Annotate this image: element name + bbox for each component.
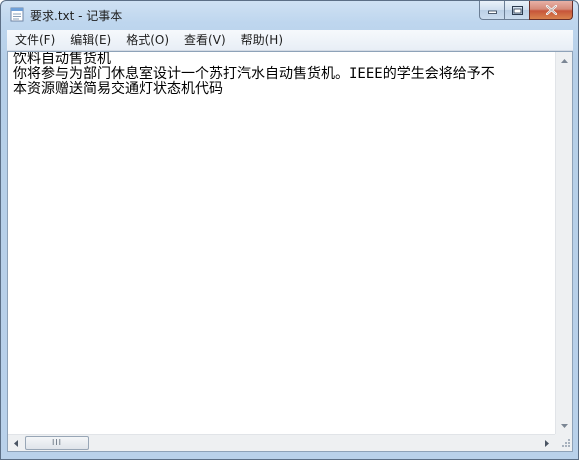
resize-grip-icon bbox=[562, 439, 570, 447]
scroll-down-button[interactable] bbox=[556, 417, 572, 434]
minimize-icon bbox=[487, 10, 497, 14]
arrow-down-icon bbox=[560, 423, 568, 428]
menu-bar: 文件(F) 编辑(E) 格式(O) 查看(V) 帮助(H) bbox=[7, 30, 573, 51]
vertical-scrollbar[interactable] bbox=[555, 52, 572, 434]
menu-file[interactable]: 文件(F) bbox=[7, 30, 62, 50]
notepad-icon bbox=[10, 7, 24, 22]
caption-buttons bbox=[479, 1, 573, 21]
menu-edit[interactable]: 编辑(E) bbox=[62, 30, 118, 50]
size-grip[interactable] bbox=[555, 434, 572, 451]
minimize-button[interactable] bbox=[479, 1, 504, 20]
scroll-grip: III bbox=[51, 438, 63, 447]
title-bar[interactable]: 要求.txt - 记事本 bbox=[1, 1, 578, 29]
arrow-left-icon bbox=[14, 440, 18, 447]
text-line: 你将参与为部门休息室设计一个苏打汽水自动售货机。IEEE的学生会将给予不 bbox=[13, 66, 495, 82]
menu-help[interactable]: 帮助(H) bbox=[233, 30, 290, 50]
notepad-window: 要求.txt - 记事本 文件(F) 编辑(E) 格式(O) 查看(V) 帮助(… bbox=[0, 0, 579, 460]
maximize-button[interactable] bbox=[504, 1, 529, 20]
scroll-up-button[interactable] bbox=[556, 52, 572, 69]
text-line: 本资源赠送简易交通灯状态机代码 bbox=[13, 81, 223, 97]
menu-format[interactable]: 格式(O) bbox=[118, 30, 176, 50]
window-title: 要求.txt - 记事本 bbox=[30, 9, 123, 23]
close-button[interactable] bbox=[529, 1, 573, 20]
menu-view[interactable]: 查看(V) bbox=[176, 30, 233, 50]
horizontal-scrollbar[interactable]: III bbox=[8, 434, 556, 451]
editor: 饮料自动售货机 你将参与为部门休息室设计一个苏打汽水自动售货机。IEEE的学生会… bbox=[7, 51, 573, 452]
arrow-right-icon bbox=[545, 440, 549, 447]
maximize-icon bbox=[511, 5, 523, 15]
scroll-left-button[interactable] bbox=[8, 435, 24, 452]
horizontal-scroll-thumb[interactable]: III bbox=[25, 436, 89, 450]
close-icon bbox=[545, 5, 557, 15]
text-area[interactable]: 饮料自动售货机 你将参与为部门休息室设计一个苏打汽水自动售货机。IEEE的学生会… bbox=[8, 52, 556, 434]
text-line: 饮料自动售货机 bbox=[13, 52, 111, 67]
scroll-right-button[interactable] bbox=[539, 435, 555, 452]
arrow-up-icon bbox=[560, 58, 568, 63]
